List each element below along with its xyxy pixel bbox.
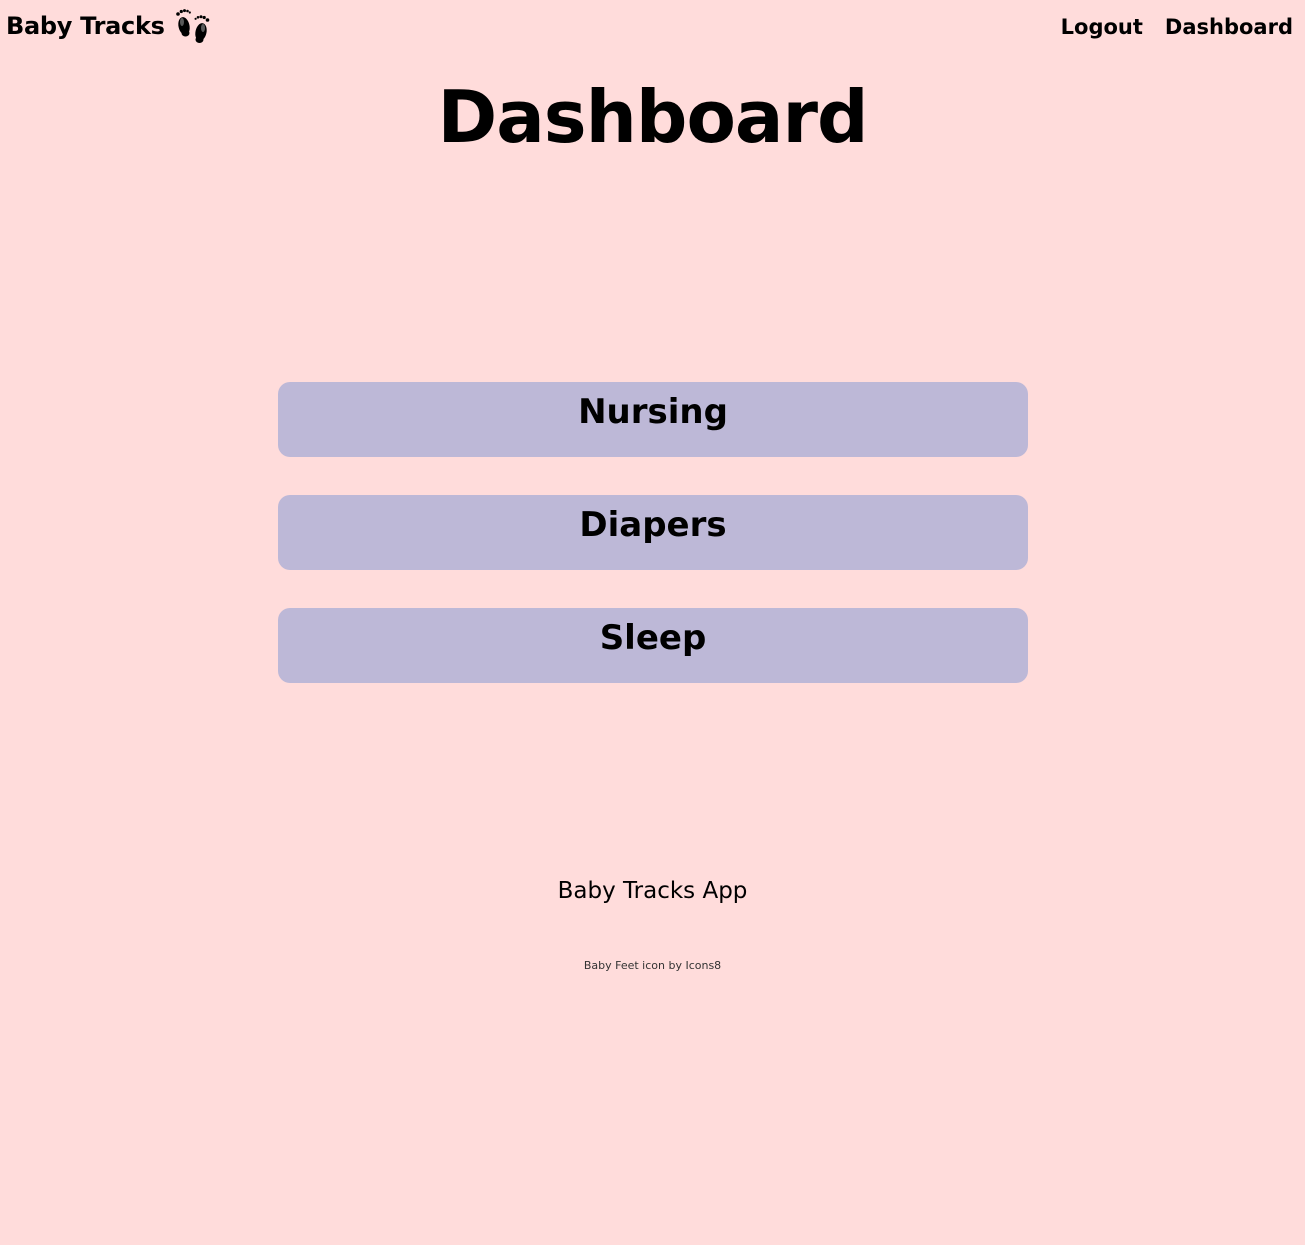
brand-name: Baby Tracks xyxy=(6,12,165,40)
page-title: Dashboard xyxy=(437,75,868,159)
footer-app-name: Baby Tracks App xyxy=(557,878,748,904)
main-nav: Logout Dashboard xyxy=(1061,12,1293,42)
nursing-button[interactable]: Nursing xyxy=(278,382,1028,457)
diapers-button[interactable]: Diapers xyxy=(278,495,1028,570)
brand-link[interactable]: Baby Tracks xyxy=(6,6,213,46)
top-navbar: Baby Tracks Logout Dashboard xyxy=(0,0,1305,56)
logout-link[interactable]: Logout xyxy=(1061,12,1143,42)
baby-feet-icon xyxy=(173,6,213,46)
icons8-link[interactable]: Icons8 xyxy=(685,959,721,972)
dashboard-tiles: Nursing Diapers Sleep xyxy=(278,382,1028,683)
icon-credit-text: Baby Feet icon by xyxy=(583,959,686,972)
dashboard-link[interactable]: Dashboard xyxy=(1165,12,1293,42)
sleep-button[interactable]: Sleep xyxy=(278,608,1028,683)
icon-credit: Baby Feet icon by Icons8 xyxy=(0,958,1305,974)
